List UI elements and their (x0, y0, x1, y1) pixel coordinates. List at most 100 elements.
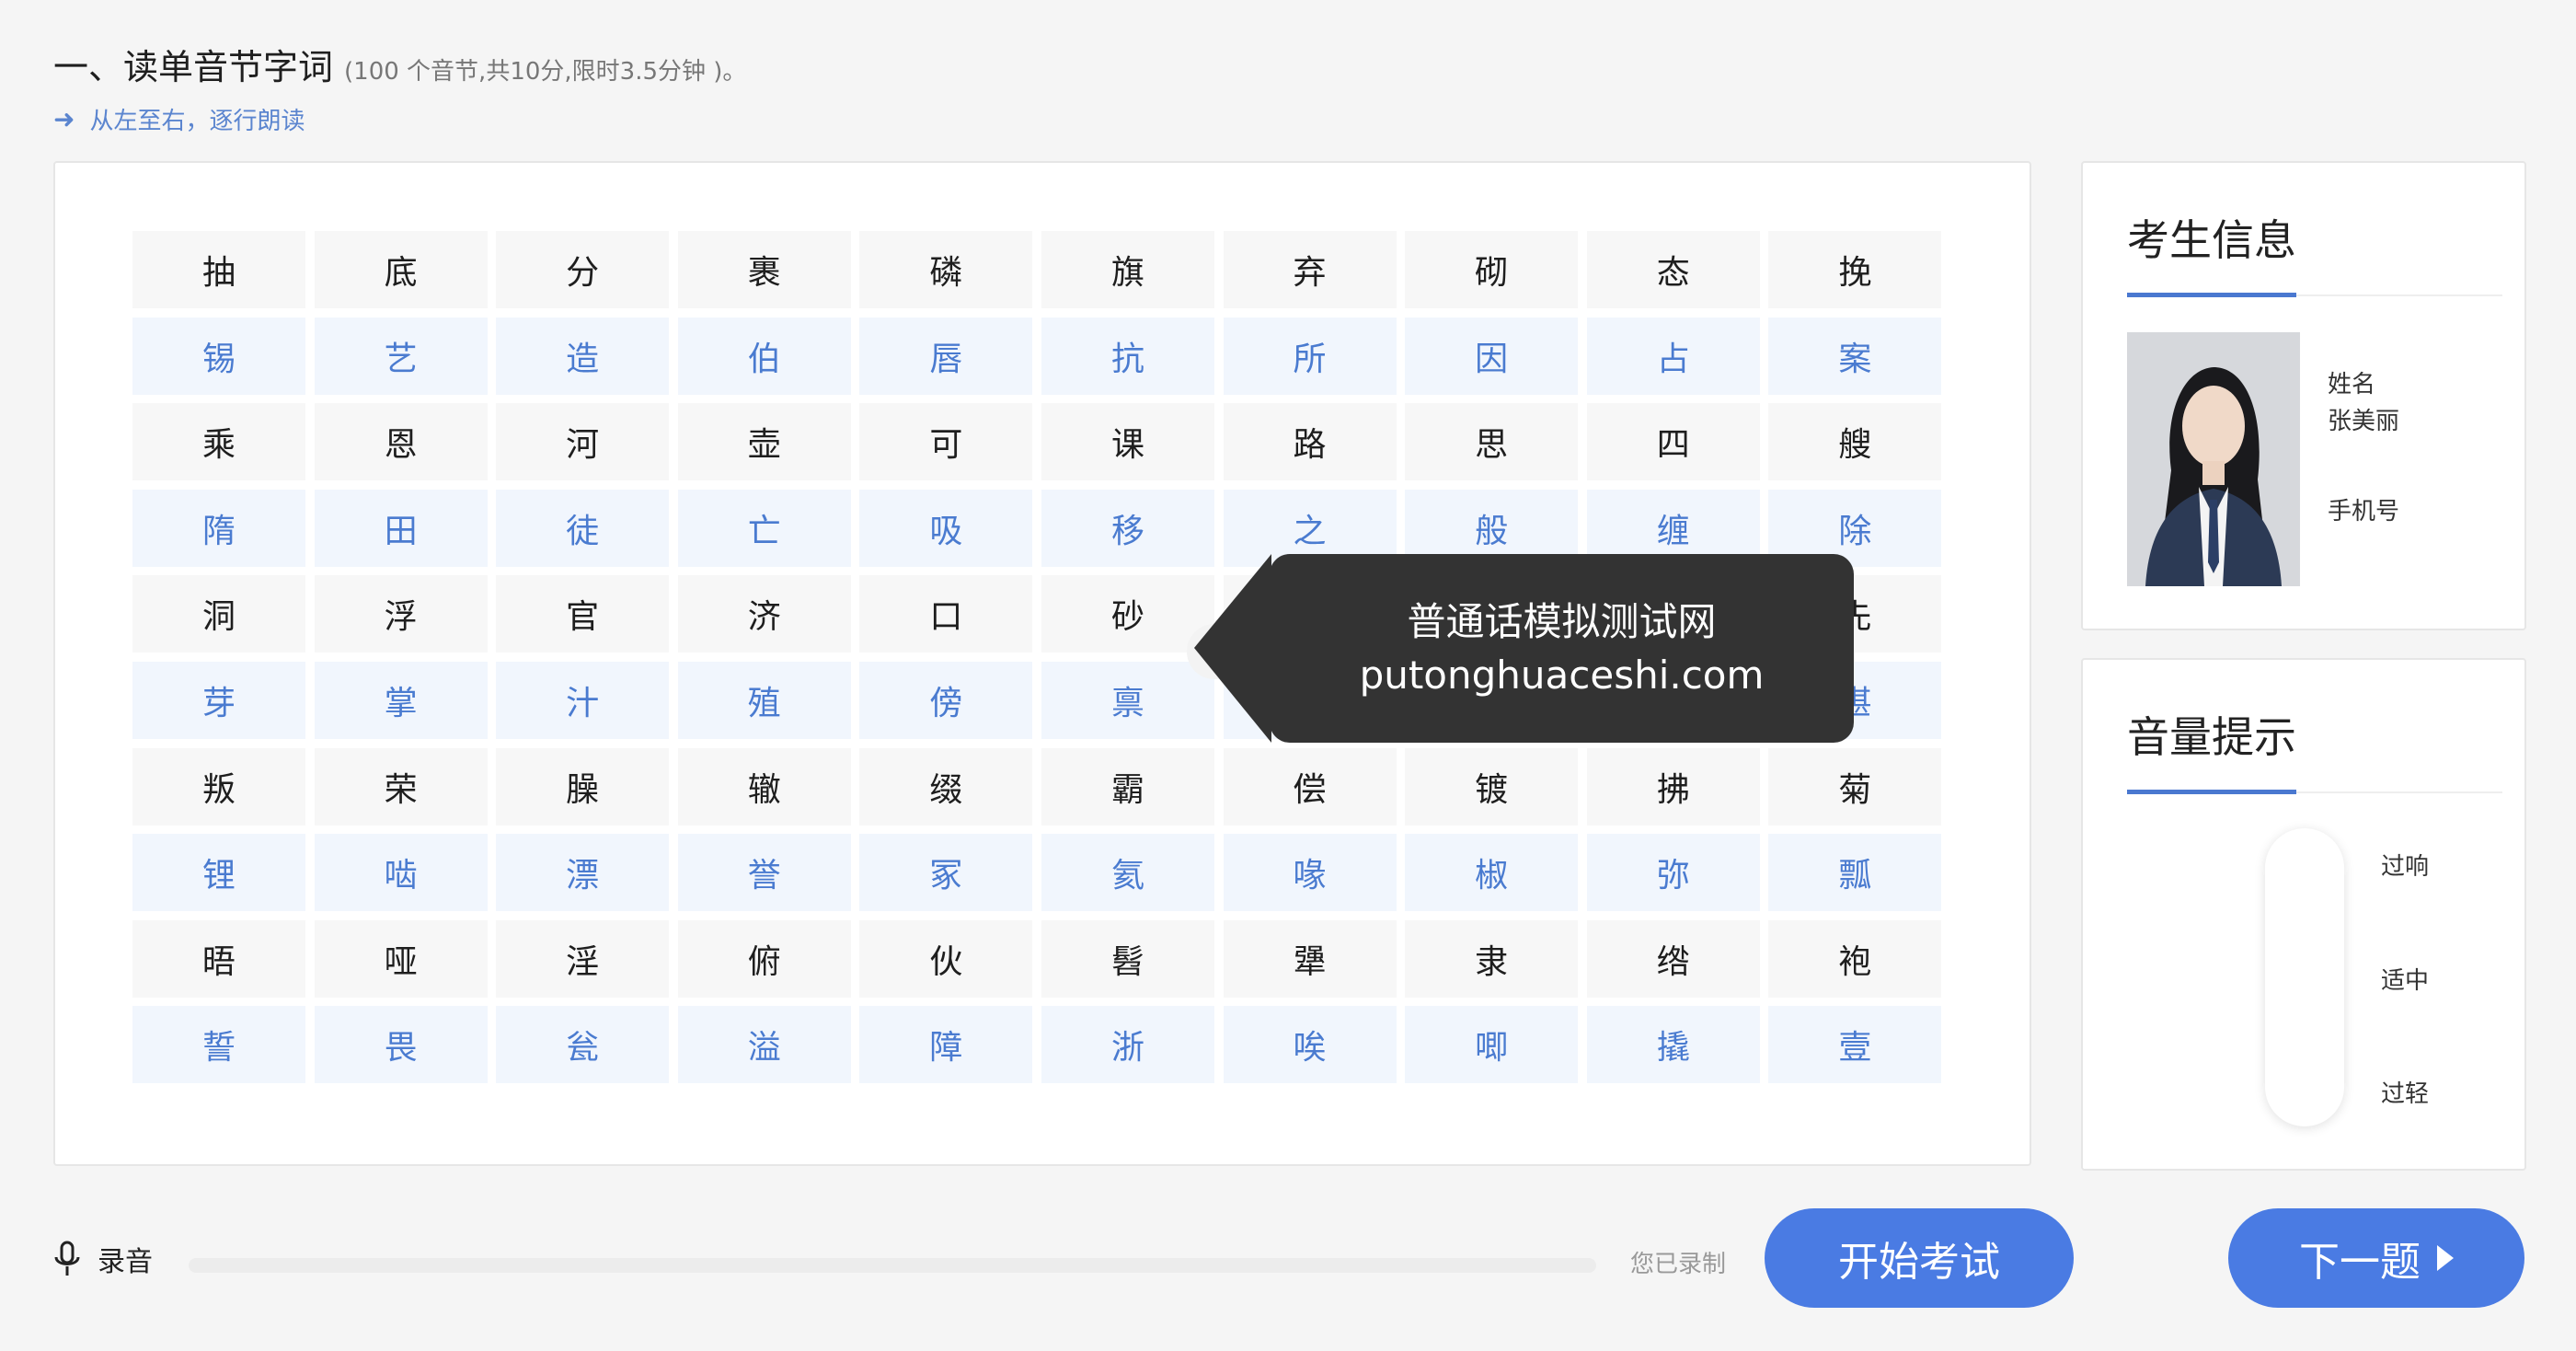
word-cell: 因 (1405, 317, 1579, 395)
word-cell: 瓢 (1768, 834, 1942, 912)
recording-progress-bar (189, 1258, 1596, 1273)
word-cell: 分 (496, 231, 670, 308)
word-cell: 弃 (1223, 231, 1397, 308)
section-subtitle: (100 个音节,共10分,限时3.5分钟 )。 (344, 58, 747, 86)
word-cell: 喙 (1223, 834, 1397, 912)
word-cell: 冢 (859, 834, 1033, 912)
watermark-tooltip: 普通话模拟测试网 putonghuaceshi.com (1194, 554, 1854, 743)
word-cell: 挽 (1768, 231, 1942, 308)
word-cell: 裹 (677, 231, 851, 308)
name-label: 姓名 (2328, 371, 2376, 398)
word-cell: 芽 (132, 661, 305, 739)
word-cell: 抗 (1041, 317, 1214, 395)
play-icon (2437, 1245, 2454, 1271)
word-cell: 隋 (132, 489, 305, 567)
volume-label-loud: 过响 (2381, 853, 2430, 881)
start-exam-button[interactable]: 开始考试 (1765, 1208, 2074, 1308)
watermark-line-2: putonghuaceshi.com (1359, 652, 1765, 698)
word-cell: 荣 (314, 747, 488, 826)
word-cell: 旗 (1041, 231, 1214, 308)
candidate-info-card: 考生信息 姓名 张美丽 手机号 (2081, 161, 2526, 630)
volume-card: 音量提示 过响 适中 过轻 (2081, 658, 2526, 1171)
phone-label: 手机号 (2328, 498, 2400, 525)
word-cell: 态 (1586, 231, 1760, 308)
word-cell: 禀 (1041, 661, 1214, 739)
volume-meter (2265, 828, 2344, 1126)
word-cell: 壶 (677, 403, 851, 481)
word-cell: 瓮 (496, 1006, 670, 1084)
word-cell: 砌 (1405, 231, 1579, 308)
recording-label: 录音 (98, 1246, 153, 1278)
word-cell: 四 (1586, 403, 1760, 481)
next-question-button[interactable]: 下一题 (2228, 1208, 2524, 1308)
word-cell: 拂 (1586, 747, 1760, 826)
word-cell: 艺 (314, 317, 488, 395)
reading-hint: ➜ 从左至右，逐行朗读 (53, 102, 746, 136)
word-cell: 思 (1405, 403, 1579, 481)
tooltip-tail (1194, 554, 1271, 743)
word-cell: 晤 (132, 919, 305, 998)
volume-label-medium: 适中 (2381, 967, 2430, 995)
word-cell: 壹 (1768, 1006, 1942, 1084)
word-cell: 所 (1223, 317, 1397, 395)
word-cell: 案 (1768, 317, 1942, 395)
name-value: 张美丽 (2328, 408, 2400, 435)
avatar (2127, 332, 2300, 586)
word-cell: 恩 (314, 403, 488, 481)
start-exam-label: 开始考试 (1838, 1239, 2000, 1286)
word-cell: 誉 (677, 834, 851, 912)
word-cell: 济 (677, 575, 851, 653)
word-cell: 口 (859, 575, 1033, 653)
word-cell: 臊 (496, 747, 670, 826)
section-title: 一、读单音节字词 (53, 47, 334, 87)
word-cell: 氦 (1041, 834, 1214, 912)
word-cell: 路 (1223, 403, 1397, 481)
reading-hint-text: 从左至右，逐行朗读 (89, 108, 305, 135)
word-cell: 畏 (314, 1006, 488, 1084)
word-cell: 唇 (859, 317, 1033, 395)
word-cell: 俯 (677, 919, 851, 998)
candidate-info-title: 考生信息 (2127, 215, 2296, 265)
recorded-status: 您已录制 (1630, 1251, 1727, 1278)
word-cell: 河 (496, 403, 670, 481)
word-cell: 唧 (1405, 1006, 1579, 1084)
word-cell: 浮 (314, 575, 488, 653)
word-cell: 髫 (1041, 919, 1214, 998)
word-cell: 掌 (314, 661, 488, 739)
word-cell: 移 (1041, 489, 1214, 567)
word-cell: 菊 (1768, 747, 1942, 826)
word-cell: 弥 (1586, 834, 1760, 912)
word-cell: 缀 (859, 747, 1033, 826)
word-cell: 占 (1586, 317, 1760, 395)
title-divider (2127, 790, 2502, 794)
word-cell: 乘 (132, 403, 305, 481)
word-cell: 袍 (1768, 919, 1942, 998)
word-cell: 官 (496, 575, 670, 653)
word-cell: 淫 (496, 919, 670, 998)
word-cell: 撬 (1586, 1006, 1760, 1084)
word-cell: 锂 (132, 834, 305, 912)
recording-indicator: 录音 (53, 1239, 153, 1279)
word-cell: 溢 (677, 1006, 851, 1084)
word-cell: 隶 (1405, 919, 1579, 998)
word-cell: 汁 (496, 661, 670, 739)
volume-label-quiet: 过轻 (2381, 1080, 2430, 1108)
word-cell: 抽 (132, 231, 305, 308)
word-cell: 椒 (1405, 834, 1579, 912)
word-cell: 吸 (859, 489, 1033, 567)
word-cell: 傍 (859, 661, 1033, 739)
word-cell: 障 (859, 1006, 1033, 1084)
title-divider (2127, 293, 2502, 297)
word-cell: 叛 (132, 747, 305, 826)
word-cell: 伙 (859, 919, 1033, 998)
word-cell: 哑 (314, 919, 488, 998)
arrow-right-icon: ➜ (53, 104, 75, 134)
word-cell: 唉 (1223, 1006, 1397, 1084)
word-cell: 殖 (677, 661, 851, 739)
word-cell: 田 (314, 489, 488, 567)
word-cell: 浙 (1041, 1006, 1214, 1084)
word-cell: 犟 (1223, 919, 1397, 998)
section-header: 一、读单音节字词 (100 个音节,共10分,限时3.5分钟 )。 ➜ 从左至右… (53, 39, 746, 136)
microphone-icon (54, 1241, 80, 1276)
word-cell: 徒 (496, 489, 670, 567)
